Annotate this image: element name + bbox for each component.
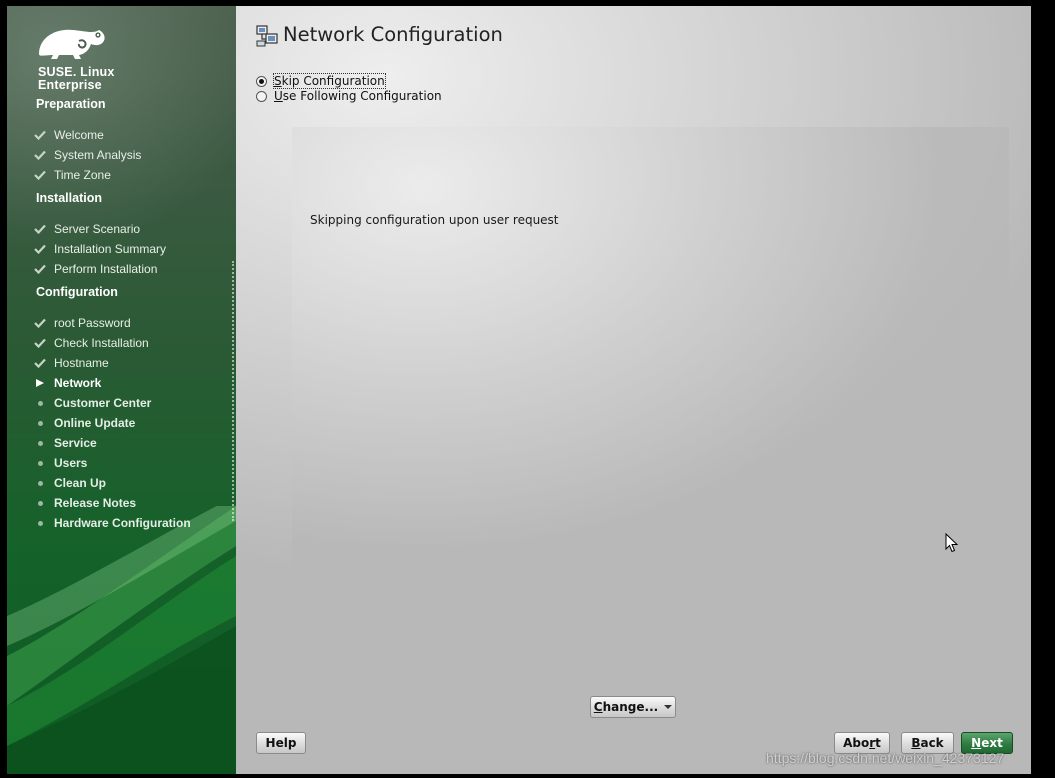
step-welcome: Welcome [34,125,104,145]
skip-configuration-label[interactable]: Skip Configuration [273,73,386,89]
step-online-update: Online Update [34,413,135,433]
checkmark-icon [34,318,54,328]
step-perform-installation: Perform Installation [34,259,157,279]
step-hardware-configuration: Hardware Configuration [34,513,191,533]
section-configuration: Configuration [36,285,118,299]
bullet-icon [34,460,54,466]
logo-line-2: Enterprise [38,78,102,92]
use-following-configuration-label[interactable]: Use Following Configuration [274,89,442,103]
bullet-icon [34,420,54,426]
step-installation-summary: Installation Summary [34,239,166,259]
main-content: Network Configuration Skip Configuration… [236,6,1031,774]
checkmark-icon [34,264,54,274]
sidebar-divider [232,261,234,521]
step-time-zone: Time Zone [34,165,111,185]
step-service: Service [34,433,97,453]
bullet-icon [34,520,54,526]
step-users: Users [34,453,87,473]
radio-button-unchecked[interactable] [256,90,267,102]
step-check-installation: Check Installation [34,333,149,353]
step-release-notes: Release Notes [34,493,136,513]
checkmark-icon [34,338,54,348]
help-button[interactable]: Help [256,732,306,754]
installer-window: SUSE. Linux Enterprise Preparation Welco… [7,6,1031,774]
use-following-configuration-radio[interactable]: Use Following Configuration [256,88,442,104]
section-installation: Installation [36,191,102,205]
step-root-password: root Password [34,313,131,333]
bullet-icon [34,480,54,486]
current-step-arrow-icon [34,379,54,387]
network-config-icon [256,25,278,51]
step-customer-center: Customer Center [34,393,151,413]
bullet-icon [34,500,54,506]
change-button[interactable]: Change... [590,696,676,718]
dropdown-arrow-icon [664,705,673,709]
bullet-icon [34,440,54,446]
mouse-pointer-icon [945,532,959,557]
change-button-label: Change... [593,700,659,714]
configuration-summary-panel: Skipping configuration upon user request [292,127,1009,688]
skip-configuration-radio[interactable]: Skip Configuration [256,73,386,89]
sidebar-swoosh-decoration [7,506,236,774]
page-title: Network Configuration [283,23,503,46]
checkmark-icon [34,244,54,254]
bullet-icon [34,400,54,406]
step-hostname: Hostname [34,353,109,373]
step-network: Network [34,373,101,393]
checkmark-icon [34,130,54,140]
logo-text: SUSE. Linux Enterprise [38,66,115,92]
checkmark-icon [34,150,54,160]
suse-logo [35,24,107,60]
chameleon-icon [39,29,105,59]
watermark-text: https://blog.csdn.net/weixin_42373127 [766,750,1005,766]
step-server-scenario: Server Scenario [34,219,140,239]
sidebar: SUSE. Linux Enterprise Preparation Welco… [7,6,236,774]
step-system-analysis: System Analysis [34,145,141,165]
section-preparation: Preparation [36,97,106,111]
checkmark-icon [34,224,54,234]
checkmark-icon [34,358,54,368]
radio-button-checked[interactable] [256,75,267,87]
step-clean-up: Clean Up [34,473,106,493]
checkmark-icon [34,170,54,180]
summary-text: Skipping configuration upon user request [310,213,559,227]
